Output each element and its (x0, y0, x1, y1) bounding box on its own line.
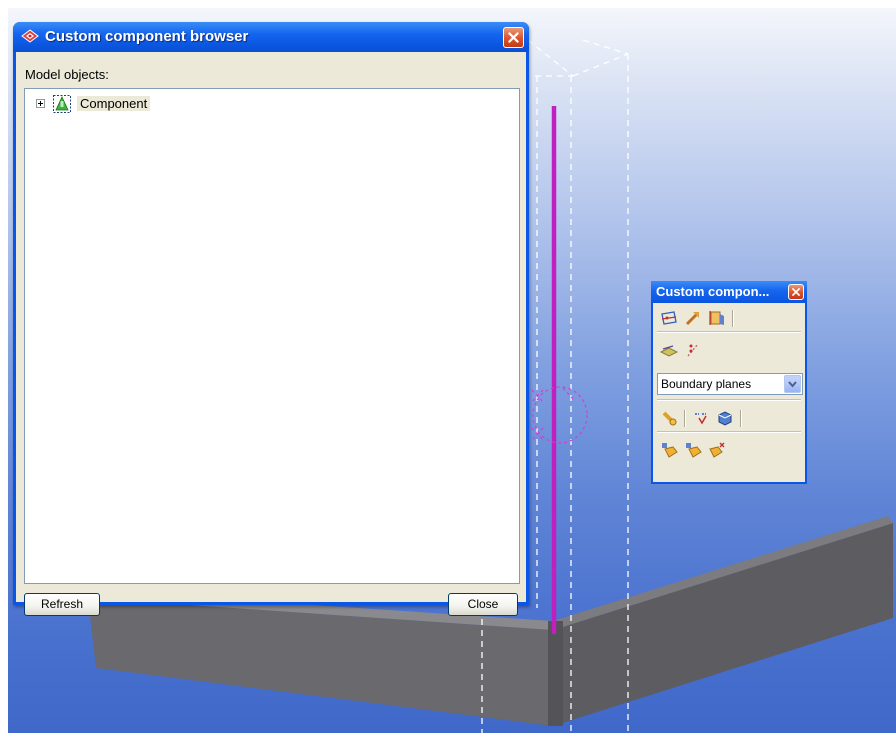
refresh-button[interactable]: Refresh (24, 593, 100, 616)
combo-value: Boundary planes (661, 377, 752, 391)
app-logo-icon (21, 29, 39, 43)
plate-corner (548, 621, 563, 726)
boundary-planes-select[interactable]: Boundary planes (657, 373, 803, 395)
toolbar-row-1 (653, 303, 805, 333)
plane-offset-icon[interactable] (659, 340, 679, 360)
chevron-down-icon[interactable] (784, 375, 801, 393)
bind-parametric-icon[interactable] (691, 408, 711, 428)
close-button[interactable]: Close (448, 593, 518, 616)
expand-plus-icon[interactable] (36, 99, 45, 108)
component-symbol[interactable] (531, 386, 588, 444)
browser-client-area: Model objects: Component Refresh Close (16, 52, 526, 616)
model-objects-label: Model objects: (25, 67, 109, 82)
tree-node-label: Component (77, 96, 151, 111)
browser-close-icon[interactable] (503, 27, 524, 48)
browser-titlebar[interactable]: Custom component browser (13, 22, 529, 52)
toolbar-titlebar[interactable]: Custom compon... (651, 281, 807, 303)
add-plate-icon[interactable] (707, 308, 727, 328)
browser-title: Custom component browser (45, 28, 249, 45)
custom-component-toolbar: Custom compon... Boundary planes (651, 281, 807, 484)
toolbar-client-area: Boundary planes (653, 303, 805, 482)
toolbar-close-icon[interactable] (788, 284, 804, 300)
define-points-icon[interactable] (659, 308, 679, 328)
toolbar-row-4 (653, 435, 805, 465)
add-bound-plane-icon[interactable] (659, 440, 679, 460)
toolbar-title: Custom compon... (656, 284, 770, 299)
pick-direction-icon[interactable] (683, 308, 703, 328)
right-plate-face (553, 523, 893, 726)
component-icon (53, 95, 71, 113)
add-magnetic-icon[interactable] (659, 408, 679, 428)
custom-component-browser-window: Custom component browser Model objects: … (13, 22, 529, 616)
add-distance-icon[interactable] (683, 340, 703, 360)
add-element-icon[interactable] (715, 408, 735, 428)
toolbar-row-3 (653, 403, 805, 433)
model-objects-tree[interactable]: Component (24, 88, 520, 584)
remove-bound-plane-icon[interactable] (683, 440, 703, 460)
toolbar-row-2 (653, 335, 805, 365)
delete-binding-icon[interactable] (707, 440, 727, 460)
